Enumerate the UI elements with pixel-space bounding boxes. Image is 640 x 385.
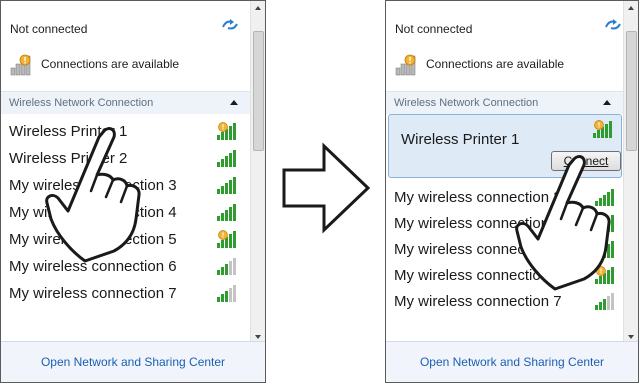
footer: Open Network and Sharing Center [1,341,265,382]
network-flyout-before: Not connected Connections are available … [0,0,266,383]
scrollbar[interactable] [250,1,265,344]
signal-warning-icon [593,120,612,138]
signal-full-icon [217,204,236,221]
network-name: My wireless connection 7 [9,285,177,302]
chevron-up-icon[interactable] [602,98,612,106]
chevron-up-icon[interactable] [229,98,239,106]
selected-network-name: Wireless Printer 1 [401,131,520,148]
status-header: Not connected Connections are available [1,1,251,89]
network-sharing-center-link[interactable]: Open Network and Sharing Center [1,355,265,369]
network-name: My wireless connection 7 [394,293,562,310]
signal-partial-icon [595,293,614,310]
connections-available-text: Connections are available [41,57,180,71]
signal-partial-icon [217,285,236,302]
right-arrow-icon [282,142,371,234]
scrollbar[interactable] [623,1,638,344]
signal-warning-icon [217,230,236,248]
network-sharing-center-link[interactable]: Open Network and Sharing Center [386,355,638,369]
signal-full-icon [217,177,236,194]
status-header: Not connected Connections are available [386,1,624,89]
status-text: Not connected [395,22,473,36]
network-bars-icon [395,54,416,76]
network-flyout-after: Not connected Connections are available … [385,0,639,383]
pointing-hand-icon [45,127,141,263]
network-bars-icon [10,54,31,76]
pointing-hand-icon [515,155,611,291]
refresh-icon[interactable] [221,18,239,32]
scroll-thumb[interactable] [253,31,264,151]
signal-partial-icon [217,258,236,275]
signal-full-icon [217,150,236,167]
footer: Open Network and Sharing Center [386,341,638,382]
section-title: Wireless Network Connection [394,97,539,109]
signal-warning-icon [217,122,236,140]
status-text: Not connected [10,22,88,36]
network-list-item[interactable]: My wireless connection 7 [386,289,624,315]
scroll-up-icon[interactable] [624,1,638,15]
section-header[interactable]: Wireless Network Connection [1,91,251,114]
section-header[interactable]: Wireless Network Connection [386,91,624,114]
scroll-thumb[interactable] [626,31,637,151]
refresh-icon[interactable] [604,18,622,32]
connections-available-text: Connections are available [426,57,565,71]
scroll-up-icon[interactable] [251,1,265,15]
network-list-item[interactable]: My wireless connection 7 [1,281,251,307]
section-title: Wireless Network Connection [9,97,154,109]
